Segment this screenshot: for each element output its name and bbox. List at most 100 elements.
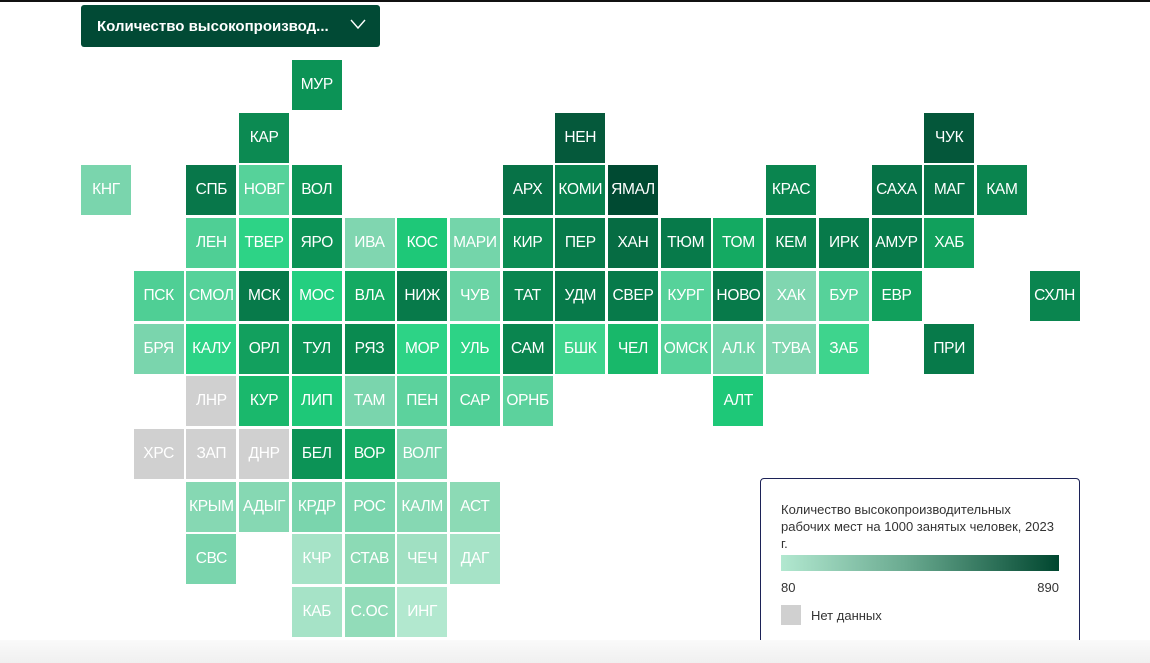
- region-tile[interactable]: ХАН: [608, 218, 658, 269]
- region-tile[interactable]: САР: [449, 376, 500, 427]
- region-tile[interactable]: КЧР: [291, 534, 342, 585]
- region-tile[interactable]: КАЛМ: [397, 481, 448, 532]
- region-tile[interactable]: ЕВР: [871, 270, 922, 321]
- region-tile[interactable]: С.ОС: [344, 587, 395, 637]
- region-tile[interactable]: ИВА: [344, 218, 395, 269]
- region-tile[interactable]: ИНГ: [397, 587, 448, 637]
- region-tile[interactable]: ЗАБ: [818, 323, 869, 374]
- region-tile[interactable]: ЯРО: [291, 218, 342, 269]
- region-tile[interactable]: МСК: [239, 270, 290, 321]
- region-tile[interactable]: КРДР: [291, 481, 342, 532]
- dropdown-label: Количество высокопроизвод...: [97, 17, 329, 35]
- region-tile[interactable]: МУР: [291, 60, 342, 110]
- region-tile[interactable]: УЛЬ: [449, 323, 500, 374]
- region-tile[interactable]: ЧЕЛ: [608, 323, 658, 374]
- region-tile[interactable]: КАБ: [291, 587, 342, 637]
- region-tile[interactable]: ВЛА: [344, 270, 395, 321]
- region-tile[interactable]: КАР: [239, 112, 290, 163]
- region-tile[interactable]: ИРК: [818, 218, 869, 269]
- region-tile[interactable]: МАГ: [924, 165, 975, 216]
- chevron-down-icon: [350, 19, 366, 30]
- region-tile[interactable]: САМ: [502, 323, 553, 374]
- region-tile[interactable]: КОМИ: [555, 165, 606, 216]
- region-tile[interactable]: ПСК: [133, 270, 184, 321]
- region-tile[interactable]: МОС: [291, 270, 342, 321]
- region-tile[interactable]: УДМ: [555, 270, 606, 321]
- region-tile[interactable]: АДЫГ: [239, 481, 290, 532]
- region-tile[interactable]: ОМСК: [660, 323, 711, 374]
- region-tile[interactable]: ВОЛГ: [397, 428, 448, 479]
- region-tile[interactable]: ПЕН: [397, 376, 448, 427]
- region-tile[interactable]: НОВО: [713, 270, 764, 321]
- region-tile[interactable]: ЧУК: [924, 112, 975, 163]
- region-tile[interactable]: ХАБ: [924, 218, 975, 269]
- region-tile[interactable]: МОР: [397, 323, 448, 374]
- region-tile[interactable]: ТАМ: [344, 376, 395, 427]
- region-tile[interactable]: ТОМ: [713, 218, 764, 269]
- region-tile[interactable]: КОС: [397, 218, 448, 269]
- region-tile[interactable]: САХА: [871, 165, 922, 216]
- region-tile[interactable]: НЕН: [555, 112, 606, 163]
- region-tile[interactable]: КЕМ: [766, 218, 817, 269]
- region-tile[interactable]: ОРНБ: [502, 376, 553, 427]
- region-tile[interactable]: КРЫМ: [186, 481, 237, 532]
- region-tile[interactable]: ЧУВ: [449, 270, 500, 321]
- region-tile[interactable]: КАМ: [976, 165, 1027, 216]
- region-tile[interactable]: ТАТ: [502, 270, 553, 321]
- region-tile[interactable]: АСТ: [449, 481, 500, 532]
- region-tile[interactable]: ДНР: [239, 428, 290, 479]
- region-tile[interactable]: ПЕР: [555, 218, 606, 269]
- indicator-dropdown[interactable]: Количество высокопроизвод...: [81, 5, 380, 47]
- region-tile[interactable]: КНГ: [81, 165, 131, 216]
- region-tile[interactable]: МАРИ: [449, 218, 500, 269]
- region-tile[interactable]: СХЛН: [1029, 270, 1080, 321]
- region-tile[interactable]: ХАК: [766, 270, 817, 321]
- region-tile[interactable]: ВОР: [344, 428, 395, 479]
- region-tile[interactable]: СТАВ: [344, 534, 395, 585]
- legend-title: Количество высокопроизводительных рабочи…: [781, 502, 1054, 551]
- legend-max: 890: [1037, 580, 1059, 595]
- region-tile[interactable]: АМУР: [871, 218, 922, 269]
- region-tile[interactable]: ВОЛ: [291, 165, 342, 216]
- top-border: [0, 0, 1150, 2]
- region-tile[interactable]: АРХ: [502, 165, 553, 216]
- region-tile[interactable]: ЛНР: [186, 376, 237, 427]
- region-tile[interactable]: БШК: [555, 323, 606, 374]
- region-tile[interactable]: НИЖ: [397, 270, 448, 321]
- no-data-swatch: [781, 605, 801, 625]
- region-tile[interactable]: БУР: [818, 270, 869, 321]
- region-tile[interactable]: ТЮМ: [660, 218, 711, 269]
- region-tile[interactable]: БРЯ: [133, 323, 184, 374]
- region-tile[interactable]: ТУВА: [766, 323, 817, 374]
- region-tile[interactable]: СВЕР: [608, 270, 658, 321]
- region-tile[interactable]: НОВГ: [239, 165, 290, 216]
- region-tile[interactable]: ЛИП: [291, 376, 342, 427]
- region-tile[interactable]: ХРС: [133, 428, 184, 479]
- region-tile[interactable]: ТВЕР: [239, 218, 290, 269]
- region-tile[interactable]: КРАС: [766, 165, 817, 216]
- region-tile[interactable]: СВС: [186, 534, 237, 585]
- no-data-label: Нет данных: [811, 608, 882, 623]
- region-tile[interactable]: АЛТ: [713, 376, 764, 427]
- region-tile[interactable]: СМОЛ: [186, 270, 237, 321]
- region-tile[interactable]: ДАГ: [449, 534, 500, 585]
- region-tile[interactable]: КАЛУ: [186, 323, 237, 374]
- region-tile[interactable]: СПБ: [186, 165, 237, 216]
- region-tile[interactable]: АЛ.К: [713, 323, 764, 374]
- region-tile[interactable]: ПРИ: [924, 323, 975, 374]
- region-tile[interactable]: КУР: [239, 376, 290, 427]
- region-tile[interactable]: ЧЕЧ: [397, 534, 448, 585]
- region-tile[interactable]: КУРГ: [660, 270, 711, 321]
- legend-min: 80: [781, 580, 796, 595]
- region-tile[interactable]: РОС: [344, 481, 395, 532]
- region-tile[interactable]: БЕЛ: [291, 428, 342, 479]
- region-tile[interactable]: ЗАП: [186, 428, 237, 479]
- region-tile[interactable]: РЯЗ: [344, 323, 395, 374]
- region-tile[interactable]: КИР: [502, 218, 553, 269]
- region-tile[interactable]: ТУЛ: [291, 323, 342, 374]
- legend-color-scale: [781, 555, 1059, 571]
- region-tile[interactable]: ОРЛ: [239, 323, 290, 374]
- legend: Количество высокопроизводительных рабочи…: [760, 478, 1080, 646]
- region-tile[interactable]: ЯМАЛ: [608, 165, 658, 216]
- region-tile[interactable]: ЛЕН: [186, 218, 237, 269]
